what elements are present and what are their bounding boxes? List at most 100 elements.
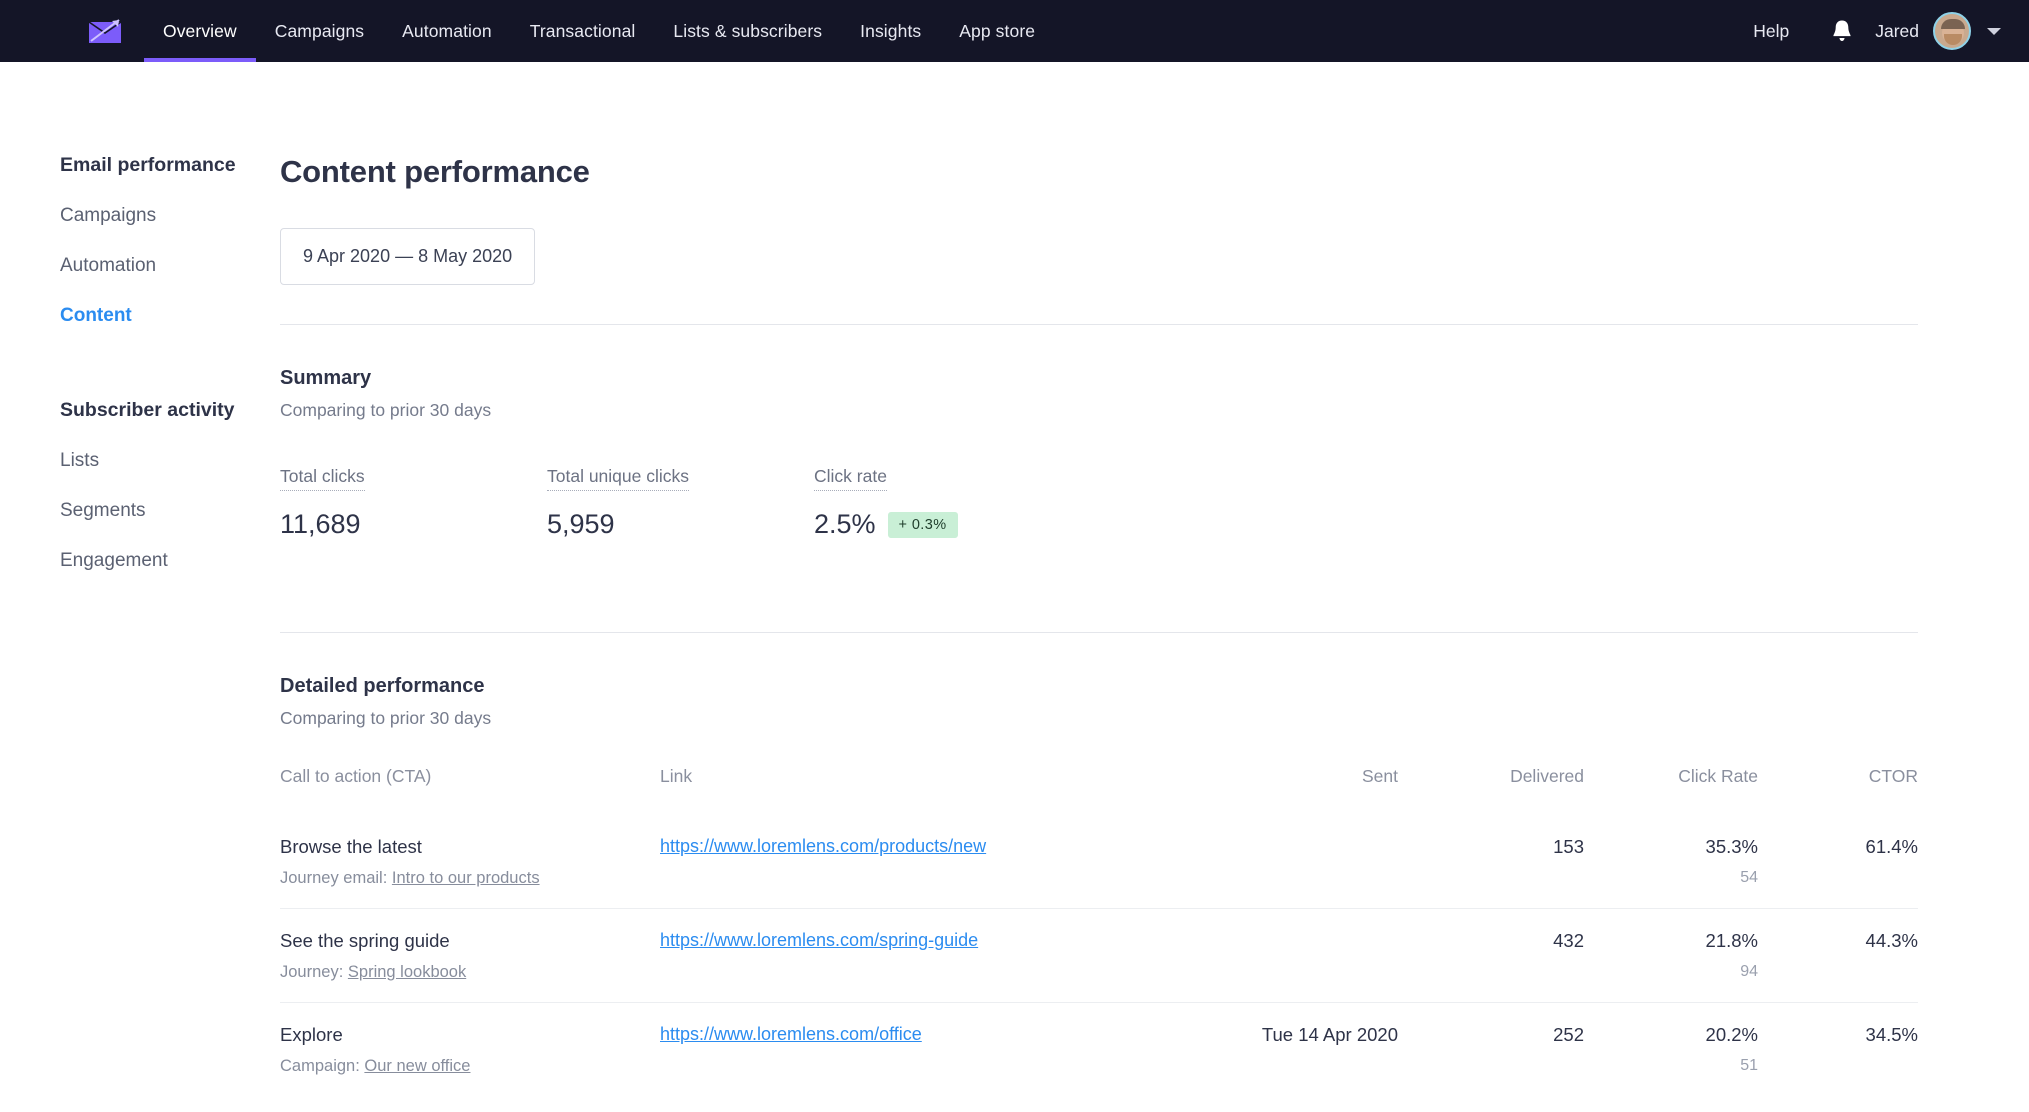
status-badge: + 0.3%	[888, 512, 958, 538]
cta-source-link[interactable]: Intro to our products	[392, 869, 540, 887]
delivered-value: 432	[1553, 930, 1584, 951]
nav-right-group: Help Jared	[1733, 0, 2029, 62]
cta-source-prefix: Campaign:	[280, 1057, 360, 1075]
detailed-title: Detailed performance	[280, 675, 1999, 698]
table-row: Browse the latest Journey email: Intro t…	[280, 815, 1918, 909]
nav-item-overview[interactable]: Overview	[144, 0, 256, 62]
ctor-value: 34.5%	[1866, 1024, 1918, 1045]
cell-delivered: 252	[1398, 1003, 1584, 1097]
summary-section: Summary Comparing to prior 30 days Total…	[280, 367, 1999, 540]
cell-link: https://www.loremlens.com/office	[660, 1003, 1150, 1097]
table-header: Call to action (CTA) Link Sent Delivered…	[280, 766, 1918, 815]
destination-link[interactable]: https://www.loremlens.com/products/new	[660, 836, 986, 856]
nav-item-label: Campaigns	[275, 21, 364, 42]
sidebar-item-content[interactable]: Content	[60, 305, 280, 327]
metric-total-clicks: Total clicks 11,689	[280, 466, 547, 540]
cell-cta: Explore Campaign: Our new office	[280, 1003, 660, 1097]
nav-item-label: Transactional	[530, 21, 636, 42]
column-header-cta[interactable]: Call to action (CTA)	[280, 766, 660, 815]
column-header-click-rate[interactable]: Click Rate	[1584, 766, 1758, 815]
sidebar-item-automation[interactable]: Automation	[60, 255, 280, 277]
metric-total-unique-clicks: Total unique clicks 5,959	[547, 466, 814, 540]
metric-value-row: 11,689	[280, 509, 547, 540]
click-count-value: 94	[1584, 963, 1758, 981]
nav-item-lists-subscribers[interactable]: Lists & subscribers	[654, 0, 841, 62]
metric-value-row: 2.5% + 0.3%	[814, 509, 1081, 540]
cta-source-link[interactable]: Spring lookbook	[348, 963, 466, 981]
nav-left-group: Overview Campaigns Automation Transactio…	[0, 0, 1054, 62]
click-count-value: 51	[1584, 1057, 1758, 1075]
delivered-value: 153	[1553, 836, 1584, 857]
app-logo[interactable]	[88, 0, 144, 62]
help-link[interactable]: Help	[1733, 21, 1809, 42]
column-header-ctor[interactable]: CTOR	[1758, 766, 1918, 815]
table-header-row: Call to action (CTA) Link Sent Delivered…	[280, 766, 1918, 815]
cta-source: Campaign: Our new office	[280, 1057, 660, 1076]
summary-metrics: Total clicks 11,689 Total unique clicks …	[280, 466, 1999, 540]
cell-delivered: 153	[1398, 815, 1584, 909]
sidebar-item-engagement[interactable]: Engagement	[60, 550, 280, 572]
destination-link[interactable]: https://www.loremlens.com/office	[660, 1024, 922, 1044]
column-header-link[interactable]: Link	[660, 766, 1150, 815]
cell-delivered: 432	[1398, 909, 1584, 1003]
bell-icon	[1831, 19, 1853, 43]
sidebar: Email performance Campaigns Automation C…	[0, 154, 280, 1096]
column-header-delivered[interactable]: Delivered	[1398, 766, 1584, 815]
summary-title: Summary	[280, 367, 1999, 390]
avatar-beard	[1944, 34, 1962, 45]
delivered-value: 252	[1553, 1024, 1584, 1045]
detailed-performance-table: Call to action (CTA) Link Sent Delivered…	[280, 766, 1918, 1096]
sidebar-item-campaigns[interactable]: Campaigns	[60, 205, 280, 227]
nav-item-app-store[interactable]: App store	[940, 0, 1054, 62]
chevron-down-icon[interactable]	[1987, 28, 2001, 35]
nav-item-campaigns[interactable]: Campaigns	[256, 0, 383, 62]
sidebar-group-spacer	[60, 355, 280, 399]
sidebar-item-segments[interactable]: Segments	[60, 500, 280, 522]
sidebar-group-title-email-performance: Email performance	[60, 154, 280, 177]
nav-item-label: Insights	[860, 21, 921, 42]
nav-item-automation[interactable]: Automation	[383, 0, 511, 62]
nav-item-label: Lists & subscribers	[673, 21, 822, 42]
detailed-performance-section: Detailed performance Comparing to prior …	[280, 675, 1999, 1096]
nav-item-transactional[interactable]: Transactional	[511, 0, 655, 62]
cta-source-link[interactable]: Our new office	[364, 1057, 470, 1075]
click-rate-value: 21.8%	[1584, 930, 1758, 952]
click-rate-value: 35.3%	[1584, 836, 1758, 858]
notifications-button[interactable]	[1809, 19, 1875, 43]
cell-cta: Browse the latest Journey email: Intro t…	[280, 815, 660, 909]
cell-sent	[1150, 909, 1398, 1003]
metric-value: 2.5%	[814, 509, 876, 540]
avatar-hair	[1941, 19, 1965, 29]
nav-item-label: App store	[959, 21, 1035, 42]
cta-title: Browse the latest	[280, 836, 660, 858]
nav-item-insights[interactable]: Insights	[841, 0, 940, 62]
avatar[interactable]	[1933, 12, 1971, 50]
sent-value: Tue 14 Apr 2020	[1262, 1024, 1398, 1045]
user-name-label[interactable]: Jared	[1875, 21, 1933, 42]
metric-value-row: 5,959	[547, 509, 814, 540]
page-body: Email performance Campaigns Automation C…	[0, 62, 2029, 1096]
summary-subtitle: Comparing to prior 30 days	[280, 400, 1999, 421]
cell-ctor: 34.5%	[1758, 1003, 1918, 1097]
sidebar-item-lists[interactable]: Lists	[60, 450, 280, 472]
metric-click-rate: Click rate 2.5% + 0.3%	[814, 466, 1081, 540]
click-rate-value: 20.2%	[1584, 1024, 1758, 1046]
section-divider	[280, 324, 1918, 325]
column-header-sent[interactable]: Sent	[1150, 766, 1398, 815]
metric-label[interactable]: Total clicks	[280, 466, 365, 491]
cta-source: Journey email: Intro to our products	[280, 869, 660, 888]
ctor-value: 44.3%	[1866, 930, 1918, 951]
section-divider	[280, 632, 1918, 633]
metric-label[interactable]: Click rate	[814, 466, 887, 491]
sidebar-group-title-subscriber-activity: Subscriber activity	[60, 399, 280, 422]
cell-sent	[1150, 815, 1398, 909]
date-range-picker[interactable]: 9 Apr 2020 — 8 May 2020	[280, 228, 535, 285]
page-title: Content performance	[280, 154, 1999, 190]
metric-value: 11,689	[280, 509, 361, 540]
main-content: Content performance 9 Apr 2020 — 8 May 2…	[280, 154, 2029, 1096]
cta-title: Explore	[280, 1024, 660, 1046]
metric-label[interactable]: Total unique clicks	[547, 466, 689, 491]
destination-link[interactable]: https://www.loremlens.com/spring-guide	[660, 930, 978, 950]
table-row: See the spring guide Journey: Spring loo…	[280, 909, 1918, 1003]
cell-click-rate: 21.8% 94	[1584, 909, 1758, 1003]
